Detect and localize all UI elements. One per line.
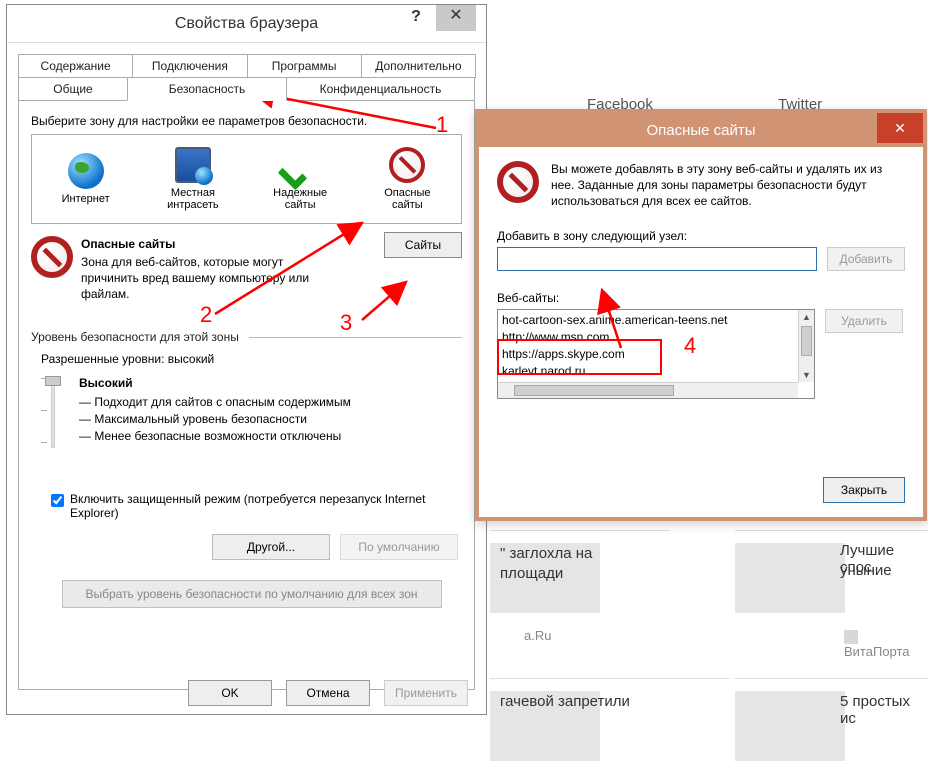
level-bullet: — Менее безопасные возможности отключены	[79, 428, 351, 445]
help-button[interactable]: ?	[398, 5, 434, 31]
tab-programs[interactable]: Программы	[247, 54, 362, 78]
vertical-scrollbar[interactable]: ▲ ▼	[798, 310, 814, 382]
close-button[interactable]: ✕	[436, 5, 476, 31]
bg-right1b: уныние	[840, 562, 892, 579]
security-level-slider[interactable]	[41, 376, 65, 448]
ok-button[interactable]: OK	[188, 680, 272, 706]
security-tab-panel: Выберите зону для настройки ее параметро…	[18, 100, 475, 690]
level-bullet: — Максимальный уровень безопасности	[79, 411, 351, 428]
protected-mode-checkbox[interactable]	[51, 494, 64, 507]
scroll-up-icon[interactable]: ▲	[799, 310, 814, 324]
list-item[interactable]: http://www.msn.com	[502, 329, 794, 346]
bg-headline1a: " заглохла на	[500, 545, 592, 562]
sites-intro-text: Вы можете добавлять в эту зону веб-сайты…	[551, 161, 905, 209]
forbidden-icon	[31, 236, 73, 278]
zone-list: Интернет Местнаяинтрасеть Надежныесайты …	[31, 134, 462, 224]
bg-right1a: Лучшие спос	[840, 542, 928, 576]
dialog-title: Свойства браузера	[175, 15, 318, 33]
tab-security[interactable]: Безопасность	[127, 77, 287, 101]
scroll-thumb[interactable]	[801, 326, 812, 356]
globe-icon	[68, 153, 104, 189]
apply-button[interactable]: Применить	[384, 680, 468, 706]
zone-select-label: Выберите зону для настройки ее параметро…	[31, 114, 462, 128]
zone-desc-title: Опасные сайты	[81, 236, 341, 252]
zone-trusted-sites[interactable]: Надежныесайты	[247, 135, 354, 223]
scroll-down-icon[interactable]: ▼	[799, 368, 814, 382]
level-group-label: Уровень безопасности для этой зоны	[31, 330, 245, 344]
dialog-titlebar[interactable]: Свойства браузера ? ✕	[7, 5, 486, 43]
zone-label: Опасныесайты	[384, 187, 430, 211]
tab-advanced[interactable]: Дополнительно	[361, 54, 476, 78]
internet-properties-dialog: Свойства браузера ? ✕ Содержание Подключ…	[6, 4, 487, 715]
protected-mode-label: Включить защищенный режим (потребуется п…	[70, 492, 462, 520]
add-site-label: Добавить в зону следующий узел:	[497, 229, 905, 243]
bg-favicon	[844, 630, 858, 644]
forbidden-icon	[389, 147, 425, 183]
zone-restricted-sites[interactable]: Опасныесайты	[354, 135, 461, 223]
zone-internet[interactable]: Интернет	[32, 135, 139, 223]
zone-label: Надежныесайты	[273, 187, 327, 211]
restricted-sites-dialog: Опасные сайты ✕ Вы можете добавлять в эт…	[475, 109, 927, 521]
bg-headline2: гачевой запретили	[500, 693, 630, 710]
tab-general[interactable]: Общие	[18, 77, 128, 101]
tab-privacy[interactable]: Конфиденциальность	[286, 77, 475, 101]
cancel-button[interactable]: Отмена	[286, 680, 370, 706]
tab-connections[interactable]: Подключения	[132, 54, 247, 78]
bg-thumb	[490, 543, 600, 613]
dialog-title: Опасные сайты	[646, 122, 755, 139]
bg-headline1b: площади	[500, 565, 563, 582]
list-item[interactable]: karlevt narod ru	[502, 363, 794, 380]
default-level-button[interactable]: По умолчанию	[340, 534, 458, 560]
list-item[interactable]: hot-cartoon-sex.anime.american-teens.net	[502, 312, 794, 329]
zone-desc-text: Зона для веб-сайтов, которые могут причи…	[81, 254, 341, 302]
scroll-thumb[interactable]	[514, 385, 674, 396]
bg-thumb	[735, 543, 845, 613]
intranet-icon	[175, 147, 211, 183]
bg-right2: 5 простых ис	[840, 693, 928, 727]
checkmark-icon	[282, 147, 318, 183]
allowed-levels-label: Разрешенные уровни: высокий	[41, 352, 462, 366]
horizontal-scrollbar[interactable]	[498, 382, 798, 398]
tab-content[interactable]: Содержание	[18, 54, 133, 78]
divider	[249, 337, 462, 338]
forbidden-icon	[497, 161, 539, 203]
close-icon: ✕	[894, 120, 906, 137]
dialog-titlebar[interactable]: Опасные сайты ✕	[479, 113, 923, 147]
bg-src1: a.Ru	[524, 628, 551, 643]
custom-level-button[interactable]: Другой...	[212, 534, 330, 560]
level-name: Высокий	[79, 376, 351, 390]
bg-thumb	[490, 691, 600, 761]
level-bullet: — Подходит для сайтов с опасным содержим…	[79, 394, 351, 411]
bg-right1src: ВитаПорта	[844, 644, 910, 659]
add-site-input[interactable]	[497, 247, 817, 271]
list-item[interactable]: https://apps.skype.com	[502, 346, 794, 363]
bg-thumb	[735, 691, 845, 761]
websites-list-label: Веб-сайты:	[497, 291, 905, 305]
websites-listbox[interactable]: hot-cartoon-sex.anime.american-teens.net…	[497, 309, 815, 399]
close-button[interactable]: ✕	[877, 113, 923, 143]
zone-local-intranet[interactable]: Местнаяинтрасеть	[139, 135, 246, 223]
reset-all-zones-button[interactable]: Выбрать уровень безопасности по умолчани…	[62, 580, 442, 608]
sites-button[interactable]: Сайты	[384, 232, 462, 258]
zone-label: Интернет	[62, 193, 110, 205]
delete-site-button[interactable]: Удалить	[825, 309, 903, 333]
close-dialog-button[interactable]: Закрыть	[823, 477, 905, 503]
add-site-button[interactable]: Добавить	[827, 247, 905, 271]
zone-label: Местнаяинтрасеть	[167, 187, 219, 211]
